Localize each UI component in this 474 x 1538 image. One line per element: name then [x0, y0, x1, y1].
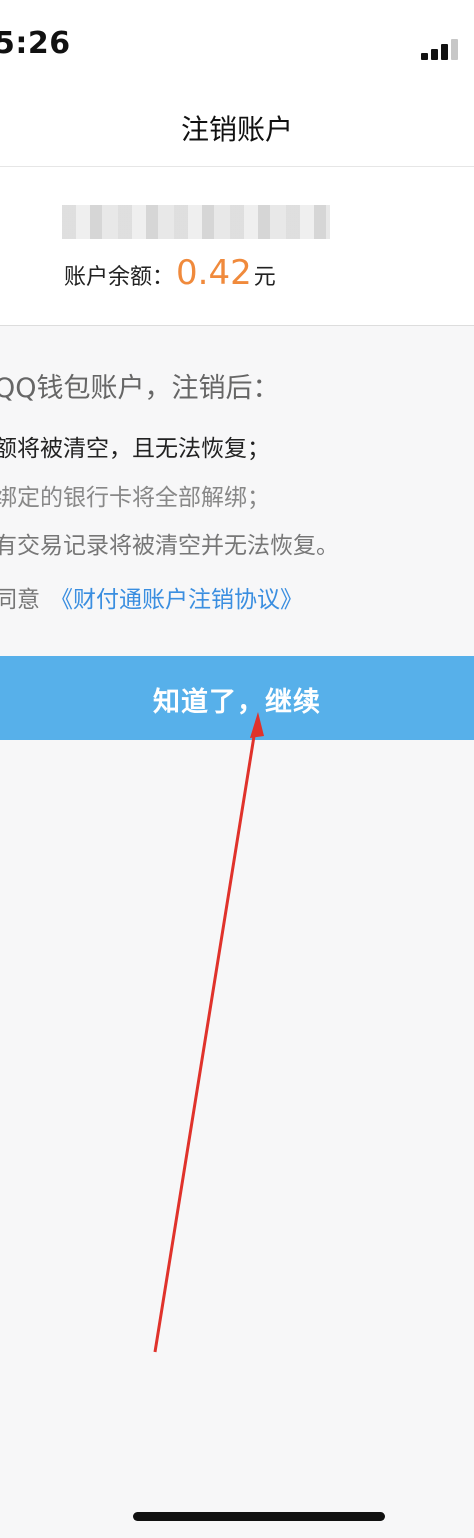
balance-label: 账户余额： — [64, 265, 175, 290]
account-name-blurred — [62, 205, 330, 239]
content-background — [0, 740, 474, 1538]
notice-item: 额将被清空，且无法恢复； — [0, 436, 270, 462]
agreement-link[interactable]: 《财付通账户注销协议》 — [50, 587, 303, 613]
notice-heading: QQ钱包账户，注销后： — [0, 373, 280, 404]
agree-prefix: 同意 — [0, 587, 40, 613]
balance-row: 账户余额： 0.42 元 — [64, 253, 276, 293]
balance-unit: 元 — [253, 265, 276, 290]
nav-header: 注销账户 — [0, 90, 474, 167]
home-indicator[interactable] — [133, 1512, 385, 1521]
status-time: 5:26 — [0, 26, 71, 61]
account-card: 账户余额： 0.42 元 — [0, 167, 474, 326]
cancellation-notice: QQ钱包账户，注销后： 额将被清空，且无法恢复； 绑定的银行卡将全部解绑； 有交… — [0, 326, 474, 656]
page-title: 注销账户 — [180, 113, 293, 146]
continue-button[interactable]: 知道了，继续 — [0, 656, 474, 740]
balance-value: 0.42 — [176, 253, 252, 293]
app-screen: 5:26 注销账户 账户余额： 0.42 元 QQ钱包账户，注销后： 额将被清空… — [0, 0, 474, 1538]
continue-button-label: 知道了，继续 — [153, 687, 321, 717]
notice-item: 有交易记录将被清空并无法恢复。 — [0, 533, 339, 559]
notice-item: 绑定的银行卡将全部解绑； — [0, 485, 270, 511]
cellular-signal-icon — [421, 38, 461, 60]
status-bar: 5:26 — [0, 0, 474, 90]
agreement-row: 同意 《财付通账户注销协议》 — [0, 580, 303, 614]
